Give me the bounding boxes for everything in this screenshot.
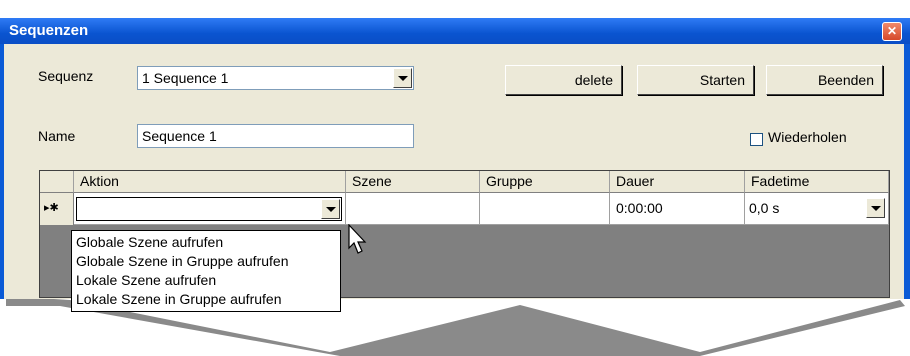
repeat-checkbox[interactable] bbox=[750, 133, 763, 146]
window-title: Sequenzen bbox=[9, 22, 89, 39]
grid-corner-header bbox=[40, 171, 74, 193]
sequenzen-window: Sequenzen ✕ Sequenz 1 Sequence 1 delete … bbox=[0, 0, 910, 356]
name-input-value: Sequence 1 bbox=[142, 128, 217, 144]
aktion-cell[interactable] bbox=[74, 193, 346, 225]
repeat-label: Wiederholen bbox=[768, 129, 847, 145]
dropdown-option[interactable]: Lokale Szene aufrufen bbox=[72, 271, 340, 290]
chevron-down-icon[interactable] bbox=[393, 68, 412, 88]
sequence-label: Sequenz bbox=[38, 68, 94, 84]
delete-button[interactable]: delete bbox=[505, 65, 622, 95]
close-button[interactable]: ✕ bbox=[882, 22, 902, 41]
close-icon: ✕ bbox=[886, 24, 898, 38]
row-header-new[interactable]: ▸✱ bbox=[40, 193, 74, 225]
column-header-dauer[interactable]: Dauer bbox=[610, 171, 745, 193]
column-header-aktion[interactable]: Aktion bbox=[74, 171, 346, 193]
fadetime-value: 0,0 s bbox=[749, 200, 780, 216]
fadetime-cell[interactable]: 0,0 s bbox=[745, 193, 889, 225]
window-border-right bbox=[904, 44, 910, 299]
dropdown-option[interactable]: Lokale Szene in Gruppe aufrufen bbox=[72, 290, 340, 309]
aktion-dropdown-list: Globale Szene aufrufen Globale Szene in … bbox=[71, 230, 341, 312]
column-header-fadetime[interactable]: Fadetime bbox=[745, 171, 889, 193]
start-button[interactable]: Starten bbox=[637, 65, 754, 95]
mouse-pointer-icon bbox=[348, 224, 367, 254]
dauer-cell[interactable]: 0:00:00 bbox=[610, 193, 745, 225]
chevron-down-icon[interactable] bbox=[866, 198, 885, 218]
column-header-gruppe[interactable]: Gruppe bbox=[480, 171, 610, 193]
title-bar: Sequenzen ✕ bbox=[0, 18, 910, 45]
dropdown-option[interactable]: Globale Szene aufrufen bbox=[72, 233, 340, 252]
aktion-select[interactable] bbox=[76, 197, 342, 221]
chevron-down-icon[interactable] bbox=[321, 199, 340, 219]
sequence-select-value: 1 Sequence 1 bbox=[142, 70, 229, 86]
name-input[interactable]: Sequence 1 bbox=[137, 124, 414, 148]
gruppe-cell[interactable] bbox=[480, 193, 610, 225]
end-button[interactable]: Beenden bbox=[766, 65, 883, 95]
column-header-szene[interactable]: Szene bbox=[346, 171, 480, 193]
szene-cell[interactable] bbox=[346, 193, 480, 225]
dropdown-option[interactable]: Globale Szene in Gruppe aufrufen bbox=[72, 252, 340, 271]
name-label: Name bbox=[38, 128, 76, 144]
sequence-select[interactable]: 1 Sequence 1 bbox=[137, 66, 414, 90]
